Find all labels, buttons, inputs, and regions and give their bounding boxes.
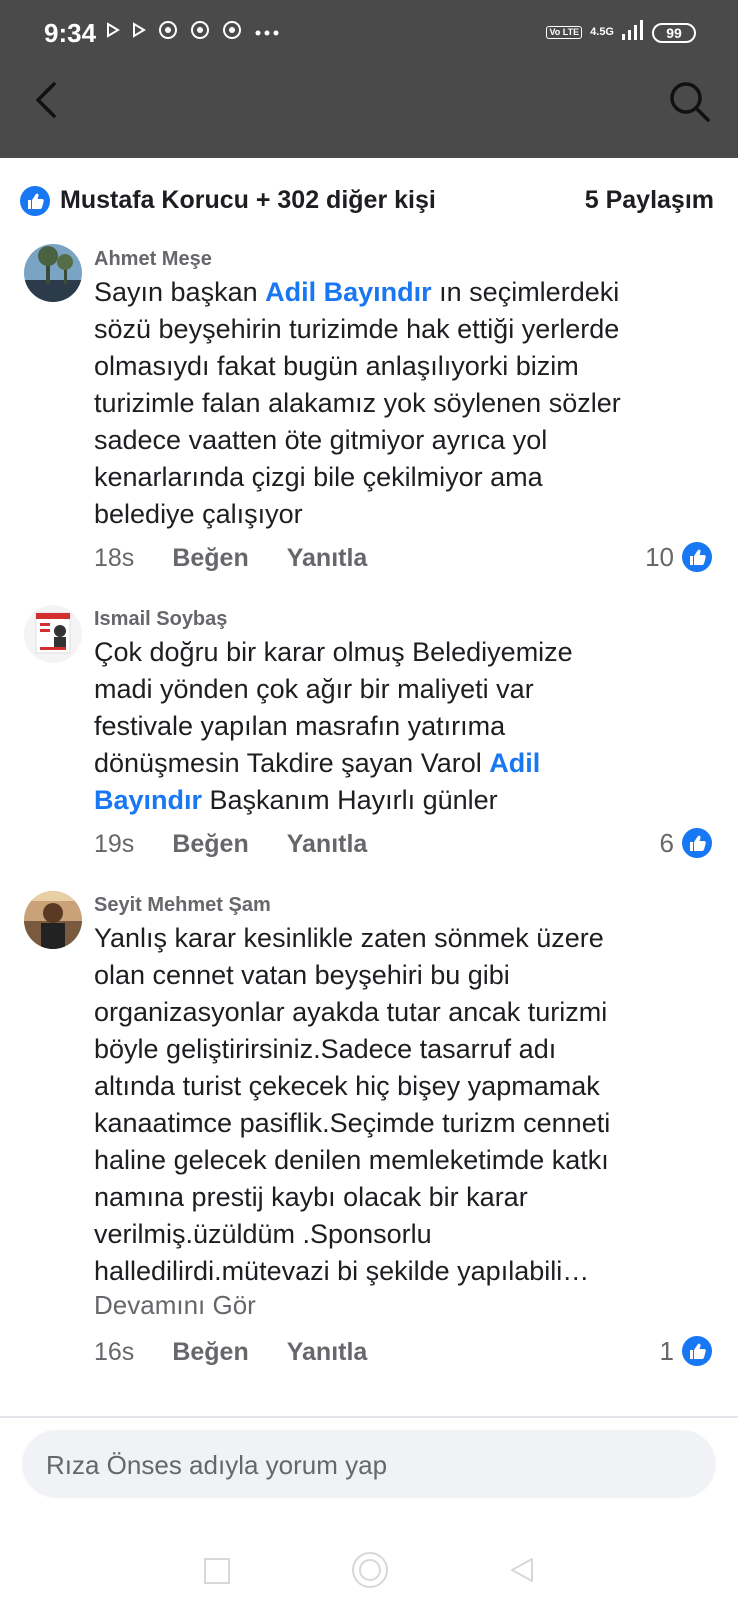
back-button[interactable] <box>26 78 70 122</box>
like-button[interactable]: Beğen <box>172 830 248 859</box>
avatar[interactable] <box>24 244 82 302</box>
status-bar: 9:34 Vo LTE 4.5G 99 <box>0 0 738 66</box>
battery-indicator: 99 <box>652 22 696 43</box>
signal-icon <box>622 20 644 45</box>
avatar[interactable] <box>24 605 82 663</box>
search-button[interactable] <box>666 78 714 126</box>
more-dots-icon <box>254 24 280 42</box>
comment-text: Yanlış karar kesinlikle zaten sönmek üze… <box>94 923 611 1286</box>
reactions-summary[interactable]: Mustafa Korucu + 302 diğer kişi <box>60 186 436 215</box>
comment-text: Sayın başkan Adil Bayındır ın seçimlerde… <box>94 277 621 529</box>
see-more-link[interactable]: Devamını Gör <box>94 1290 256 1321</box>
search-icon <box>670 82 710 122</box>
chevron-left-icon <box>36 82 56 118</box>
like-reaction-icon <box>680 826 714 860</box>
comment-author[interactable]: Ismail Soybaş <box>94 608 227 631</box>
shares-count[interactable]: 5 Paylaşım <box>585 186 714 215</box>
comment-composer <box>22 1430 716 1500</box>
reply-button[interactable]: Yanıtla <box>287 1338 368 1367</box>
like-reaction-icon <box>680 540 714 574</box>
play-icon <box>106 22 120 43</box>
like-reaction-icon <box>20 186 50 216</box>
chrome-icon <box>158 20 178 45</box>
comment-time: 18s <box>94 544 135 572</box>
mention-link[interactable]: Adil Bayındır <box>265 277 432 307</box>
comment-like-count[interactable]: 6 <box>660 826 714 860</box>
home-circle-icon[interactable] <box>352 1552 388 1588</box>
chrome-icon <box>190 20 210 45</box>
like-button[interactable]: Beğen <box>172 544 248 573</box>
notification-icons <box>106 20 280 45</box>
avatar[interactable] <box>24 891 82 949</box>
comment-like-count[interactable]: 10 <box>645 540 714 574</box>
reply-button[interactable]: Yanıtla <box>287 544 368 573</box>
reply-button[interactable]: Yanıtla <box>287 830 368 859</box>
like-reaction-icon <box>680 1334 714 1368</box>
system-nav-bar <box>0 1520 738 1600</box>
app-bar <box>0 66 738 139</box>
chrome-icon <box>222 20 242 45</box>
play-icon <box>132 22 146 43</box>
volte-badge: Vo LTE <box>546 26 583 39</box>
like-button[interactable]: Beğen <box>172 1338 248 1367</box>
comment-time: 19s <box>94 830 135 858</box>
recents-square-icon[interactable] <box>204 1558 230 1584</box>
comment-actions: 18s Beğen Yanıtla <box>94 544 367 573</box>
system-status: Vo LTE 4.5G 99 <box>546 20 696 45</box>
status-time: 9:34 <box>44 18 97 48</box>
comment-time: 16s <box>94 1338 135 1366</box>
comment-author[interactable]: Ahmet Meşe <box>94 248 212 271</box>
app-bar-shadow <box>0 138 738 158</box>
comment-input[interactable] <box>22 1430 688 1500</box>
comment-like-count[interactable]: 1 <box>660 1334 714 1368</box>
comment-text: Çok doğru bir karar olmuş Belediyemize m… <box>94 637 573 815</box>
comment-author[interactable]: Seyit Mehmet Şam <box>94 894 271 917</box>
network-type: 4.5G <box>590 26 614 38</box>
back-triangle-icon[interactable] <box>508 1556 536 1589</box>
comment-actions: 19s Beğen Yanıtla <box>94 830 367 859</box>
composer-divider <box>0 1416 738 1418</box>
comment-actions: 16s Beğen Yanıtla <box>94 1338 367 1367</box>
